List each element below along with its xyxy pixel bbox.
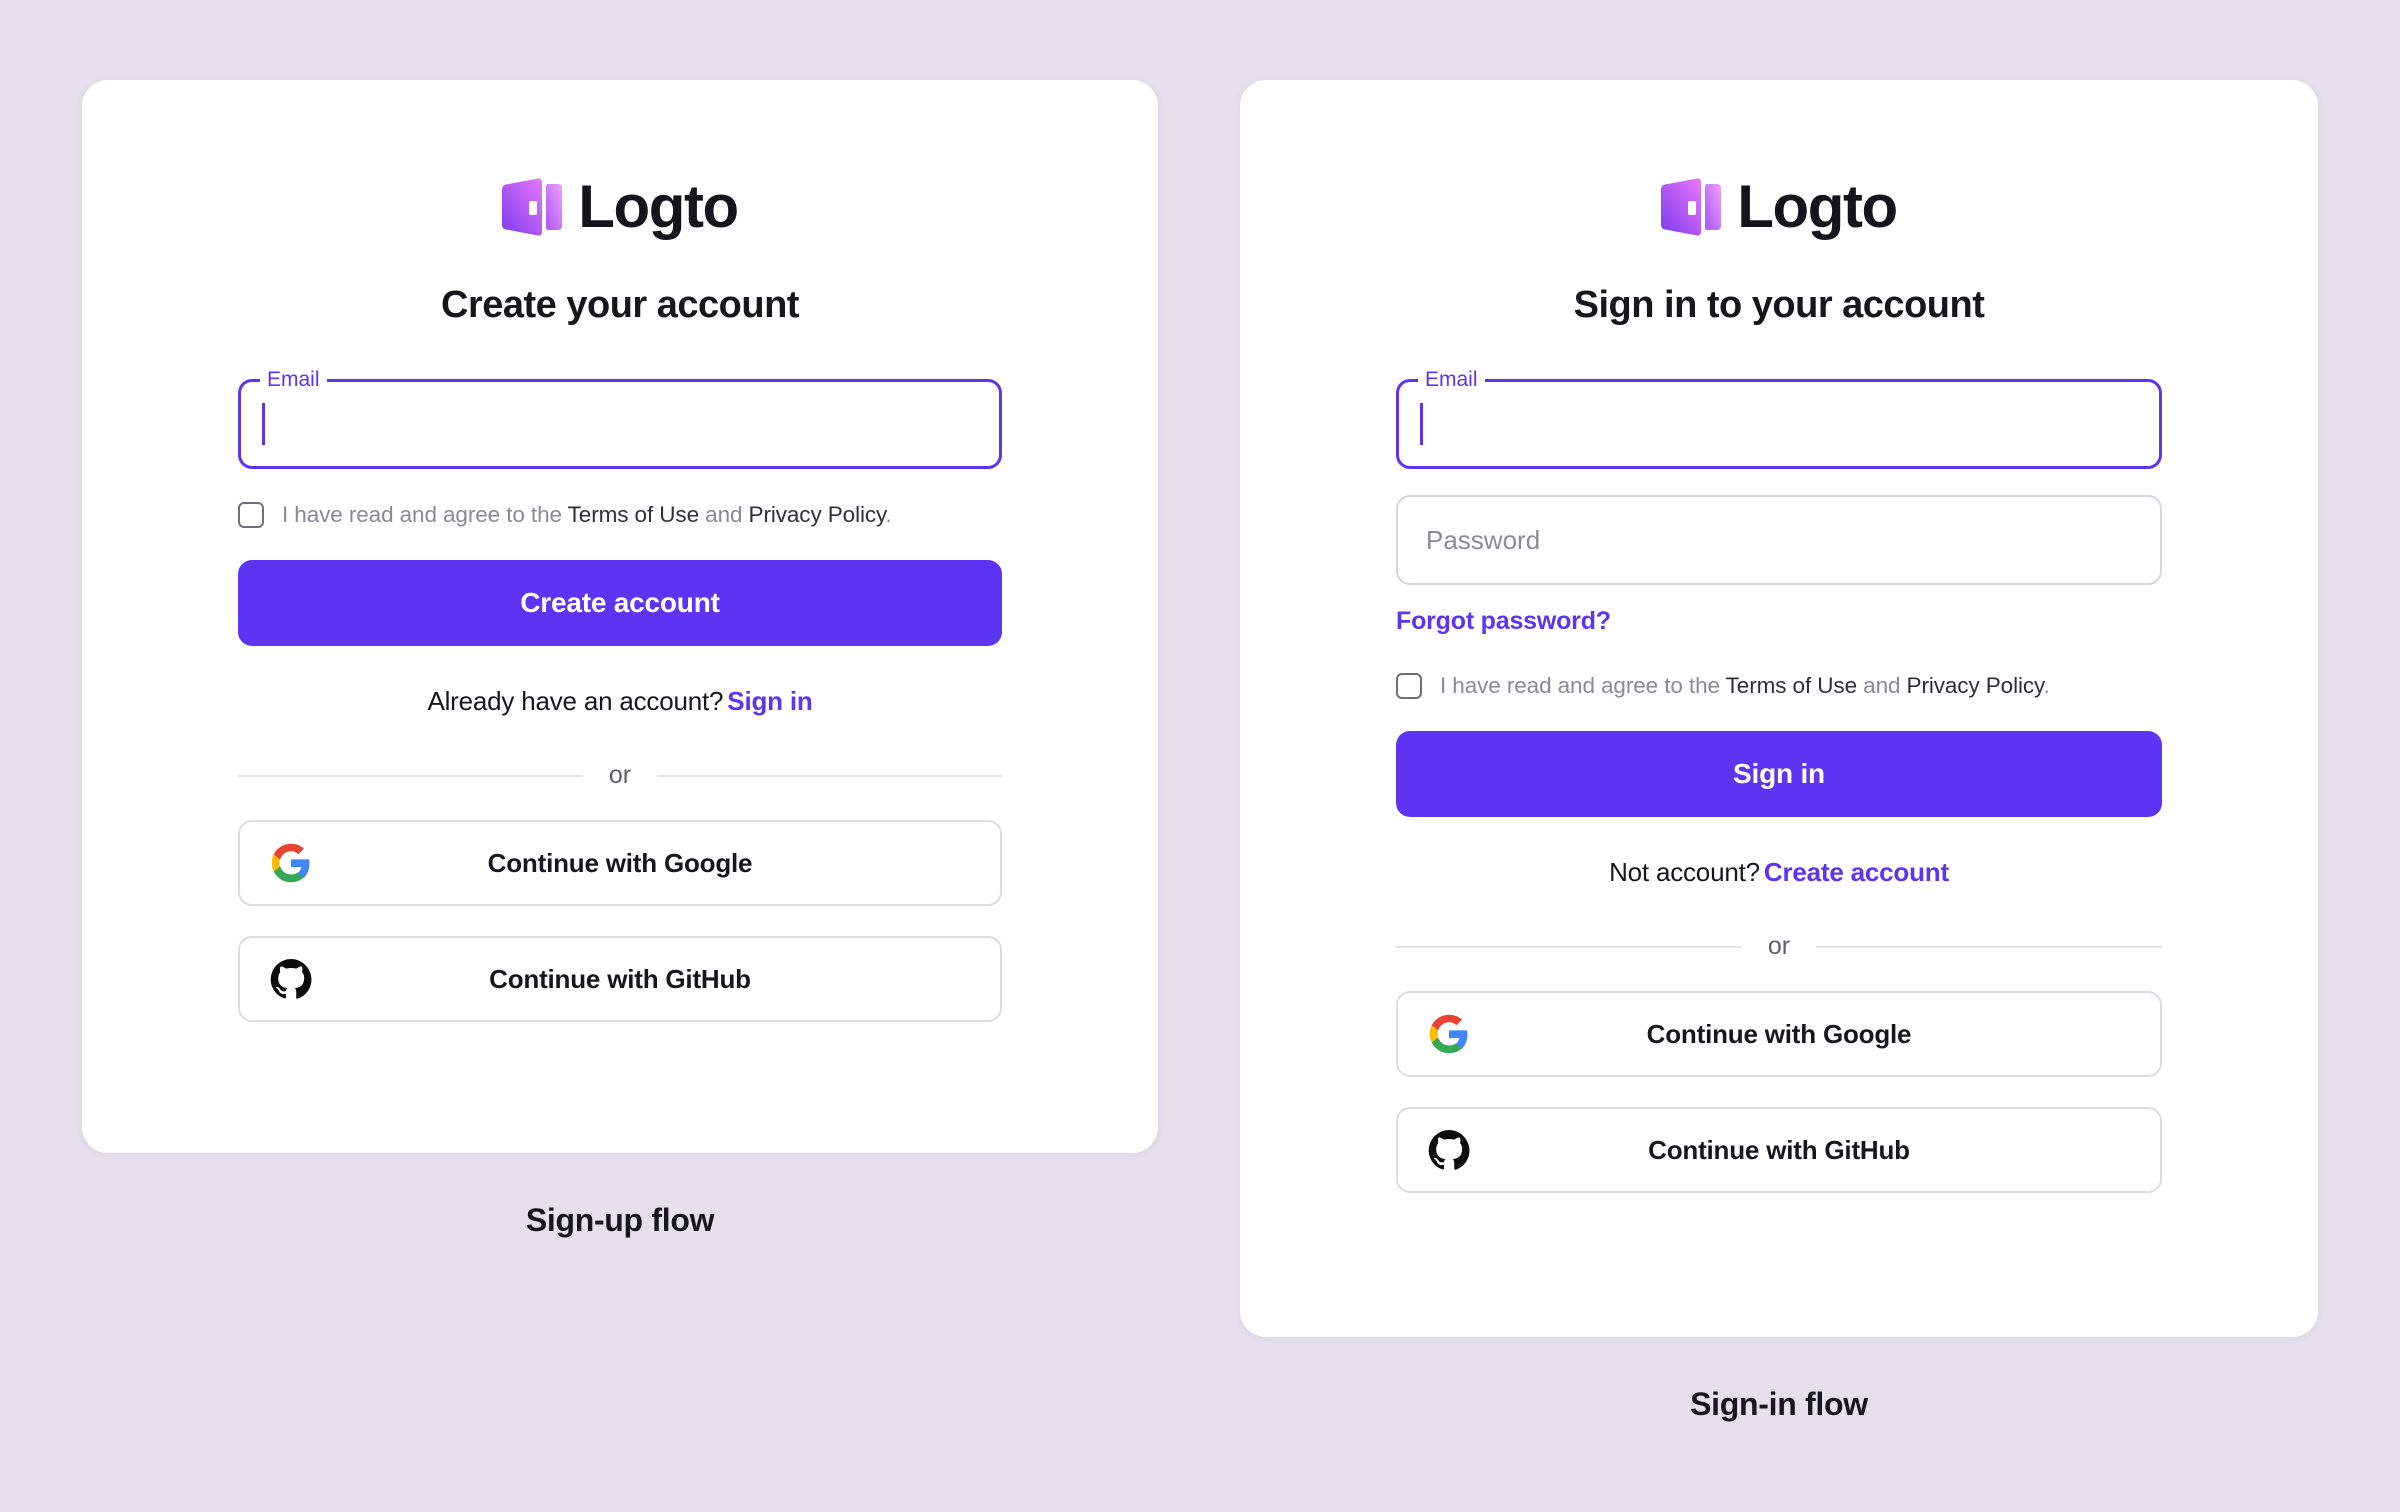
signup-agreement-text: I have read and agree to the Terms of Us… xyxy=(282,501,892,528)
signin-card: Logto Sign in to your account Email Forg… xyxy=(1240,80,2318,1337)
signin-password-field[interactable] xyxy=(1396,495,2162,585)
signin-email-input[interactable] xyxy=(1396,379,2162,469)
signup-github-label: Continue with GitHub xyxy=(489,963,751,994)
signin-agreement-conjunction: and xyxy=(1857,673,1907,698)
logto-door-logo-icon xyxy=(1661,178,1722,236)
signup-continue-with-github-button[interactable]: Continue with GitHub xyxy=(238,936,1002,1022)
github-icon xyxy=(1428,1130,1470,1170)
signin-switch-line: Not account? Create account xyxy=(1396,857,2162,888)
signin-divider: or xyxy=(1396,932,2163,961)
forgot-password-link[interactable]: Forgot password? xyxy=(1396,607,1611,636)
signup-google-label: Continue with Google xyxy=(487,847,753,878)
signup-divider-rule-left xyxy=(238,774,583,777)
signin-continue-with-google-button[interactable]: Continue with Google xyxy=(1396,991,2162,1077)
signup-switch-line: Already have an account? Sign in xyxy=(238,686,1002,717)
github-icon xyxy=(270,959,312,999)
signin-divider-label: or xyxy=(1767,932,1791,960)
signup-email-input[interactable] xyxy=(238,379,1002,469)
signin-heading: Sign in to your account xyxy=(1573,284,1985,326)
signin-github-label: Continue with GitHub xyxy=(1648,1134,1910,1165)
signin-flow-caption: Sign-in flow xyxy=(1690,1386,1868,1422)
signin-switch-create-account-link[interactable]: Create account xyxy=(1764,857,1949,887)
create-account-button[interactable]: Create account xyxy=(238,560,1002,646)
signin-agreement-checkbox[interactable] xyxy=(1396,672,1422,699)
signup-agreement-checkbox[interactable] xyxy=(238,501,264,528)
signup-privacy-link[interactable]: Privacy Policy xyxy=(749,502,886,527)
signup-terms-link[interactable]: Terms of Use xyxy=(568,502,699,527)
signup-switch-prompt: Already have an account? xyxy=(427,686,724,716)
signup-card: Logto Create your account Email I have r… xyxy=(82,80,1158,1153)
signin-divider-rule-left xyxy=(1396,945,1742,948)
signup-continue-with-google-button[interactable]: Continue with Google xyxy=(238,820,1002,906)
signup-agreement-row: I have read and agree to the Terms of Us… xyxy=(238,501,1002,528)
signup-agreement-conjunction: and xyxy=(699,502,749,527)
signin-divider-rule-right xyxy=(1816,945,2163,948)
signin-continue-with-github-button[interactable]: Continue with GitHub xyxy=(1396,1107,2162,1193)
google-icon xyxy=(1429,1014,1468,1054)
signin-card-body: Logto Sign in to your account Email Forg… xyxy=(1240,80,2318,1193)
signup-flow-caption: Sign-up flow xyxy=(525,1202,715,1238)
signup-agreement-suffix: . xyxy=(885,502,892,527)
signin-privacy-link[interactable]: Privacy Policy xyxy=(1907,673,2044,698)
signin-google-label: Continue with Google xyxy=(1646,1018,1912,1049)
signup-switch-signin-link[interactable]: Sign in xyxy=(727,686,812,716)
signup-card-body: Logto Create your account Email I have r… xyxy=(82,80,1158,1022)
signin-switch-prompt: Not account? xyxy=(1609,857,1760,887)
signin-agreement-text: I have read and agree to the Terms of Us… xyxy=(1440,672,2050,699)
signin-agreement-prefix: I have read and agree to the xyxy=(1440,673,1726,698)
logto-wordmark: Logto xyxy=(578,173,739,240)
signin-agreement-row: I have read and agree to the Terms of Us… xyxy=(1396,672,2162,699)
signin-password-input[interactable] xyxy=(1396,495,2162,585)
signup-brand-logo: Logto xyxy=(238,80,1002,238)
google-icon xyxy=(271,843,310,883)
signup-divider: or xyxy=(238,761,1003,790)
logto-door-logo-icon xyxy=(502,178,563,236)
signup-divider-rule-right xyxy=(657,774,1003,777)
signin-terms-link[interactable]: Terms of Use xyxy=(1726,673,1857,698)
signin-brand-logo: Logto xyxy=(1396,80,2162,238)
signup-divider-label: or xyxy=(608,761,632,789)
page-root: Logto Create your account Email I have r… xyxy=(0,0,2400,1512)
signup-heading: Create your account xyxy=(441,284,799,326)
logto-wordmark: Logto xyxy=(1737,173,1898,240)
signup-email-field[interactable]: Email xyxy=(238,368,1002,469)
signin-email-field[interactable]: Email xyxy=(1396,368,2162,469)
sign-in-button[interactable]: Sign in xyxy=(1396,731,2162,817)
signin-agreement-suffix: . xyxy=(2043,673,2050,698)
signup-agreement-prefix: I have read and agree to the xyxy=(282,502,568,527)
